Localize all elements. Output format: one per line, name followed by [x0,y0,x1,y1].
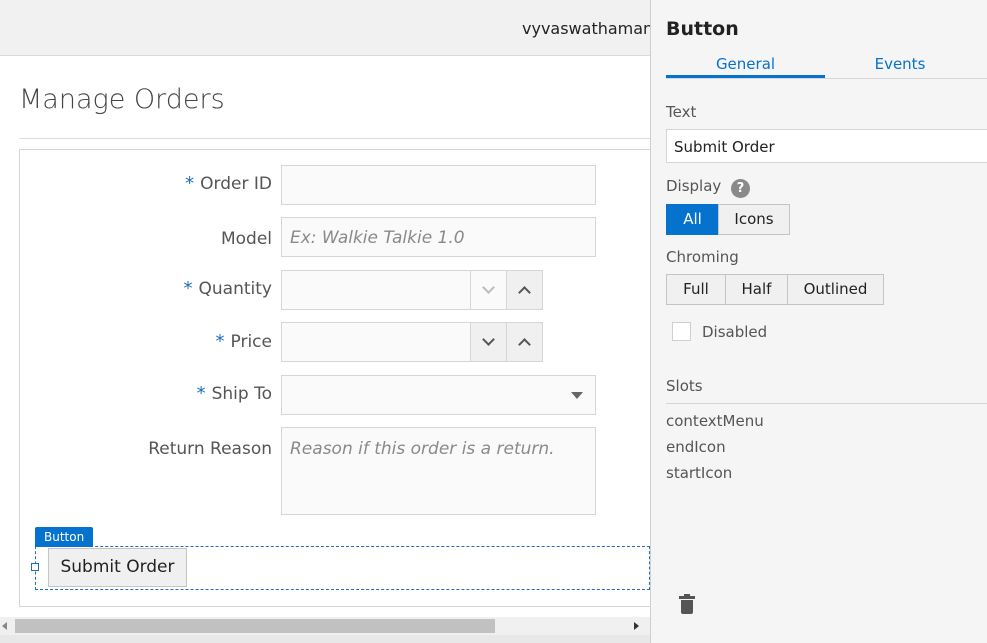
scrollbar-thumb[interactable] [15,619,495,633]
chroming-outlined-button[interactable]: Outlined [787,274,884,305]
tab-general[interactable]: General [666,55,825,73]
horizontal-scrollbar[interactable] [0,617,650,635]
price-increment-button[interactable] [506,323,542,361]
disabled-checkbox[interactable] [672,322,691,341]
tab-events[interactable]: Events [825,55,975,73]
slots-divider [666,403,987,404]
chevron-up-icon [518,286,531,299]
model-input[interactable]: Ex: Walkie Talkie 1.0 [281,217,596,257]
page-title: Manage Orders [19,84,225,115]
price-decrement-button[interactable] [470,323,506,361]
username[interactable]: vyvaswathamanu [522,19,650,38]
scroll-left-icon[interactable] [2,622,7,630]
panel-title: Button [666,18,739,40]
display-property-label: Display [666,177,722,195]
order-id-label: * Order ID [185,173,272,194]
submit-order-button[interactable]: Submit Order [48,548,187,587]
title-divider [19,138,650,139]
price-label: * Price [216,331,272,352]
chevron-down-icon [482,281,495,294]
bottom-strip [0,635,650,643]
required-mark: * [185,173,195,194]
chevron-up-icon [518,338,531,351]
display-icons-button[interactable]: Icons [718,204,790,235]
help-icon[interactable]: ? [731,179,750,198]
price-label-text: Price [230,332,272,352]
quantity-label: * Quantity [184,278,272,299]
dropdown-caret-icon [571,392,583,399]
slots-heading: Slots [666,377,703,395]
scroll-right-icon[interactable] [634,622,639,630]
order-id-label-text: Order ID [200,174,272,194]
trash-icon[interactable] [679,594,695,614]
quantity-increment-button[interactable] [506,271,542,309]
model-label: Model [220,229,272,249]
text-property-label: Text [666,103,697,121]
selection-handle[interactable] [31,563,39,571]
chroming-full-button[interactable]: Full [666,274,726,305]
ship-to-label-text: Ship To [211,384,272,404]
chroming-property-label: Chroming [666,248,739,266]
slot-item[interactable]: endIcon [666,438,726,456]
required-mark: * [215,331,225,352]
display-all-button[interactable]: All [666,204,719,235]
return-reason-label: Return Reason [148,439,272,459]
quantity-decrement-button[interactable] [470,271,506,309]
price-stepper[interactable] [281,322,543,362]
tabs-divider [666,78,987,79]
disabled-label: Disabled [702,323,768,341]
text-property-input[interactable]: Submit Order [666,129,987,163]
chevron-down-icon [482,333,495,346]
required-mark: * [183,278,193,299]
slot-item[interactable]: startIcon [666,464,732,482]
active-tab-indicator [666,75,825,78]
property-panel: Button General Events Text Submit Order … [650,0,987,643]
model-placeholder: Ex: Walkie Talkie 1.0 [290,228,465,248]
return-reason-textarea[interactable]: Reason if this order is a return. [281,427,596,515]
top-bar: vyvaswathamanu [0,0,650,56]
chroming-half-button[interactable]: Half [725,274,788,305]
ship-to-select[interactable] [281,375,596,415]
required-mark: * [196,383,206,404]
slot-item[interactable]: contextMenu [666,412,764,430]
return-reason-placeholder: Reason if this order is a return. [290,439,555,459]
selection-tag[interactable]: Button [35,527,94,547]
ship-to-label: * Ship To [197,383,272,404]
order-id-input[interactable] [281,165,596,205]
quantity-label-text: Quantity [198,279,272,299]
quantity-stepper[interactable] [281,270,543,310]
